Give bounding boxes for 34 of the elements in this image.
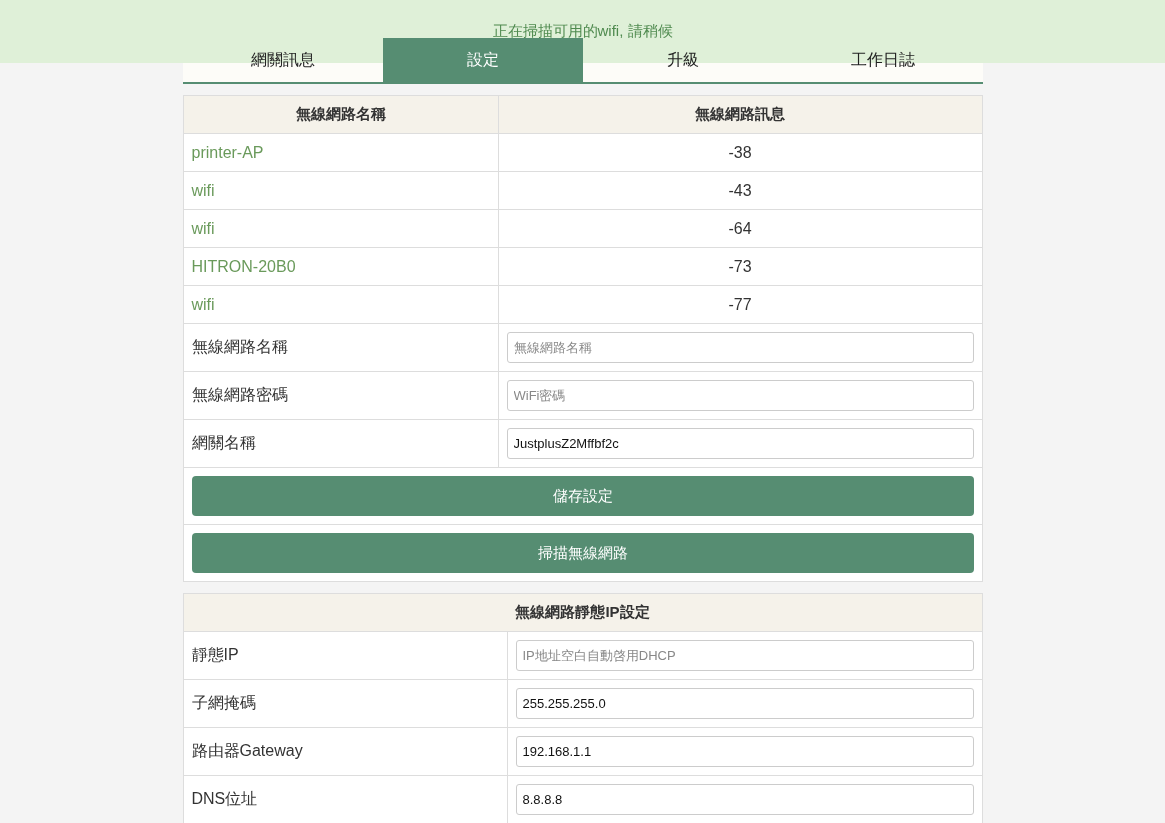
input-field[interactable]: IP地址空白自動啓用DHCP (515, 640, 974, 671)
network-name[interactable]: wifi (183, 172, 498, 209)
input-field[interactable]: WiFi密碼 (506, 380, 974, 411)
notice-text: 正在掃描可用的wifi, 請稍候 (492, 22, 673, 41)
column-header: 無線網路名稱 (183, 96, 498, 133)
input-field[interactable]: 8.8.8.8 (515, 784, 974, 815)
signal-value: -38 (497, 134, 982, 171)
field-label: 網關名稱 (190, 433, 257, 453)
input-field[interactable]: 192.168.1.1 (515, 736, 974, 767)
section-title: 無線網路靜態IP設定 (183, 594, 982, 631)
tab[interactable]: 設定 (382, 38, 583, 82)
input-field[interactable]: JustplusZ2Mffbf2c (506, 428, 974, 459)
signal-value: -73 (497, 248, 982, 285)
tab[interactable]: 升級 (582, 38, 783, 82)
field-label: 靜態IP (190, 645, 240, 665)
network-name[interactable]: wifi (183, 286, 498, 323)
signal-value: -64 (497, 210, 982, 247)
action-button[interactable]: 掃描無線網路 (191, 533, 974, 573)
field-label: DNS位址 (190, 789, 259, 809)
input-field[interactable]: 255.255.255.0 (515, 688, 974, 719)
network-name[interactable]: wifi (183, 210, 498, 247)
signal-value: -77 (497, 286, 982, 323)
input-field[interactable]: 無線網路名稱 (506, 332, 974, 363)
action-button[interactable]: 儲存設定 (191, 476, 974, 516)
field-label: 路由器Gateway (190, 741, 304, 761)
column-header: 無線網路訊息 (497, 96, 982, 133)
field-label: 無線網路名稱 (190, 337, 289, 357)
field-label: 子網掩碼 (190, 693, 257, 713)
network-name[interactable]: HITRON-20B0 (183, 248, 498, 285)
signal-value: -43 (497, 172, 982, 209)
network-name[interactable]: printer-AP (183, 134, 498, 171)
tab[interactable]: 工作日誌 (782, 38, 983, 82)
field-label: 無線網路密碼 (190, 385, 289, 405)
tab[interactable]: 網關訊息 (182, 38, 383, 82)
